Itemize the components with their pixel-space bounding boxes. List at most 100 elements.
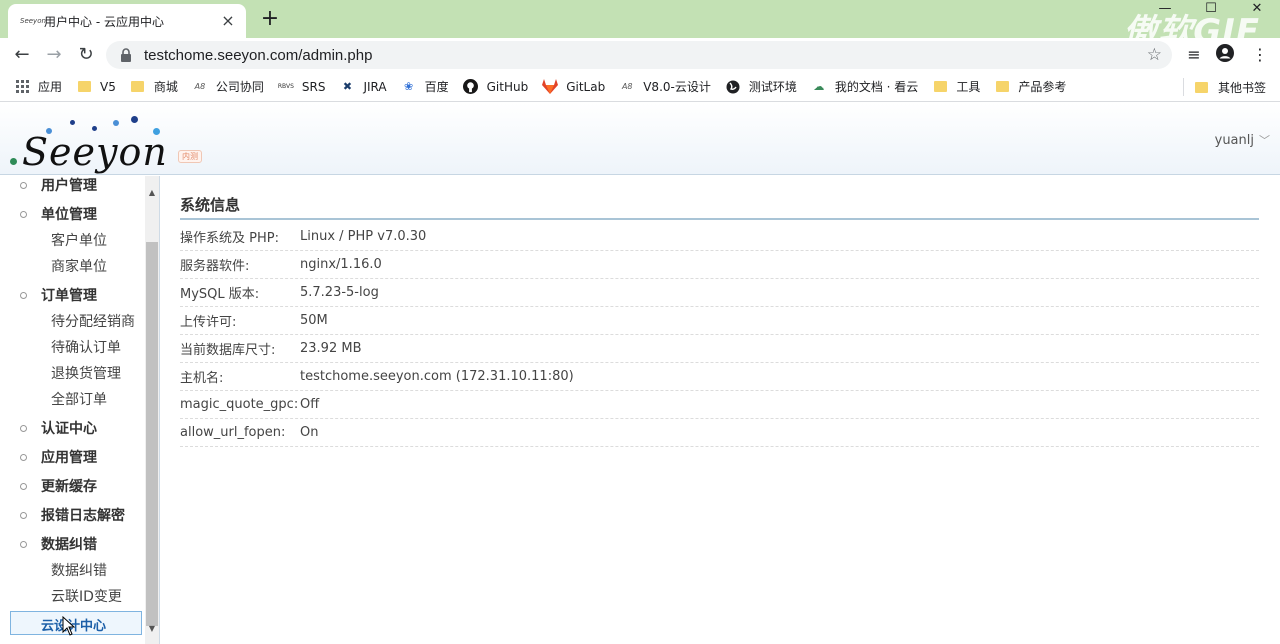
table-row: 上传许可: 50M bbox=[180, 307, 1259, 335]
close-window-icon[interactable]: ✕ bbox=[1234, 0, 1280, 20]
bookmark-gitlab[interactable]: GitLab bbox=[542, 79, 606, 94]
minimize-icon[interactable]: — bbox=[1142, 0, 1188, 20]
bookmark-jira[interactable]: ✖ JIRA bbox=[339, 80, 387, 94]
bullet-icon bbox=[20, 511, 27, 519]
bullet-icon bbox=[20, 181, 27, 189]
bookmark-label: 测试环境 bbox=[748, 80, 797, 94]
sidebar: 用户管理 单位管理 客户单位 商家单位 订单管理 待分配经销商 待确认订单 退换… bbox=[0, 176, 160, 644]
sidebar-group-label: 单位管理 bbox=[41, 207, 97, 223]
profile-avatar-icon[interactable] bbox=[1213, 43, 1237, 67]
sidebar-group-auth-center[interactable]: 认证中心 bbox=[20, 418, 97, 438]
row-value: Off bbox=[300, 397, 320, 412]
bookmark-v8-design[interactable]: A8 V8.0-云设计 bbox=[619, 78, 711, 95]
sidebar-item-returns[interactable]: 退换货管理 bbox=[51, 363, 121, 383]
sidebar-group-unit-mgmt[interactable]: 单位管理 bbox=[20, 204, 97, 224]
forward-icon[interactable]: → bbox=[42, 43, 66, 67]
bookmark-test-env[interactable]: 测试环境 bbox=[725, 78, 797, 95]
sidebar-group-order-mgmt[interactable]: 订单管理 bbox=[20, 285, 97, 305]
bookmark-product-ref[interactable]: 产品参考 bbox=[994, 78, 1066, 95]
row-label: magic_quote_gpc: bbox=[180, 397, 299, 412]
row-label: 操作系统及 PHP: bbox=[180, 231, 279, 246]
reading-list-icon[interactable]: ≡ bbox=[1182, 43, 1206, 67]
bookmark-label: 其他书签 bbox=[1217, 81, 1266, 95]
sidebar-item-pending-confirm[interactable]: 待确认订单 bbox=[51, 337, 121, 357]
table-row: magic_quote_gpc: Off bbox=[180, 391, 1259, 419]
github-icon bbox=[463, 79, 479, 94]
sidebar-item-merchant-units[interactable]: 商家单位 bbox=[51, 256, 107, 276]
table-row: 当前数据库尺寸: 23.92 MB bbox=[180, 335, 1259, 363]
new-tab-button[interactable]: + bbox=[258, 8, 282, 32]
bookmark-github[interactable]: GitHub bbox=[463, 79, 528, 94]
bookmark-v5[interactable]: V5 bbox=[76, 80, 116, 94]
row-value: 5.7.23-5-log bbox=[300, 285, 379, 300]
bookmark-label: SRS bbox=[301, 79, 326, 94]
bullet-icon bbox=[20, 210, 27, 218]
bookmark-baidu[interactable]: ❀ 百度 bbox=[401, 78, 449, 95]
bookmark-kancloud[interactable]: ☁ 我的文档 · 看云 bbox=[811, 78, 918, 95]
sidebar-group-refresh-cache[interactable]: 更新缓存 bbox=[20, 476, 97, 496]
close-tab-icon[interactable]: × bbox=[220, 13, 236, 29]
sidebar-item-customer-units[interactable]: 客户单位 bbox=[51, 230, 107, 250]
maximize-icon[interactable]: ☐ bbox=[1188, 0, 1234, 20]
back-icon[interactable]: ← bbox=[10, 43, 34, 67]
bookmark-star-icon[interactable]: ☆ bbox=[1147, 45, 1162, 65]
sidebar-group-label: 用户管理 bbox=[41, 178, 97, 194]
row-value: nginx/1.16.0 bbox=[300, 257, 382, 272]
row-label: 当前数据库尺寸: bbox=[180, 343, 276, 358]
folder-icon bbox=[130, 80, 146, 94]
table-row: 主机名: testchome.seeyon.com (172.31.10.11:… bbox=[180, 363, 1259, 391]
sidebar-item-data-fix[interactable]: 数据纠错 bbox=[51, 560, 107, 580]
sidebar-group-log-decrypt[interactable]: 报错日志解密 bbox=[20, 505, 125, 525]
main-content: 系统信息 操作系统及 PHP: Linux / PHP v7.0.30 服务器软… bbox=[160, 176, 1280, 644]
seeyon-favicon-icon: Seeyon bbox=[20, 17, 46, 25]
reload-icon[interactable]: ↻ bbox=[74, 43, 98, 67]
row-label: allow_url_fopen: bbox=[180, 425, 286, 440]
row-value: 50M bbox=[300, 313, 328, 328]
bookmark-mall[interactable]: 商城 bbox=[130, 78, 178, 95]
bullet-icon bbox=[20, 453, 27, 461]
bookmark-separator bbox=[1183, 78, 1184, 96]
bookmark-label: 应用 bbox=[38, 80, 63, 94]
browser-tab[interactable]: Seeyon 用户中心 - 云应用中心 × bbox=[8, 4, 246, 38]
sidebar-item-pending-dealer[interactable]: 待分配经销商 bbox=[51, 311, 135, 331]
bookmark-label: 我的文档 · 看云 bbox=[834, 80, 919, 94]
bookmark-label: 公司协同 bbox=[215, 80, 264, 94]
bookmark-company[interactable]: A8 公司协同 bbox=[192, 78, 264, 95]
sidebar-group-user-mgmt[interactable]: 用户管理 bbox=[20, 176, 97, 195]
page-title: 系统信息 bbox=[180, 196, 241, 214]
sidebar-scrollbar[interactable]: ▲ ▼ bbox=[145, 176, 159, 644]
bookmark-other[interactable]: 其他书签 bbox=[1194, 79, 1266, 96]
scroll-thumb[interactable] bbox=[146, 242, 158, 626]
baidu-paw-icon: ❀ bbox=[404, 80, 414, 93]
sidebar-item-cloud-design-center[interactable]: 云设计中心 bbox=[10, 611, 142, 635]
chevron-down-icon[interactable]: ﹀ bbox=[1259, 132, 1270, 148]
tab-strip: Seeyon 用户中心 - 云应用中心 × + 傲软GIF — ☐ ✕ bbox=[0, 0, 1280, 52]
url-text: testchome.seeyon.com/admin.php bbox=[144, 46, 373, 64]
scroll-up-icon[interactable]: ▲ bbox=[145, 188, 159, 200]
address-bar[interactable]: testchome.seeyon.com/admin.php ☆ bbox=[106, 41, 1172, 69]
sidebar-group-label: 报错日志解密 bbox=[41, 508, 125, 524]
folder-icon bbox=[932, 80, 948, 94]
bookmark-label: 产品参考 bbox=[1018, 80, 1067, 94]
table-row: 操作系统及 PHP: Linux / PHP v7.0.30 bbox=[180, 223, 1259, 251]
scroll-down-icon[interactable]: ▼ bbox=[145, 624, 159, 638]
sidebar-group-app-mgmt[interactable]: 应用管理 bbox=[20, 447, 97, 467]
system-info-table: 操作系统及 PHP: Linux / PHP v7.0.30 服务器软件: ng… bbox=[180, 223, 1259, 447]
sidebar-group-data-fix[interactable]: 数据纠错 bbox=[20, 534, 97, 554]
bookmark-label: GitLab bbox=[566, 79, 606, 94]
user-menu[interactable]: yuanlj bbox=[1215, 133, 1254, 148]
bookmark-srs[interactable]: RBVS SRS bbox=[278, 80, 326, 94]
seeyon-logo[interactable]: Seeyon 内测 bbox=[10, 110, 210, 174]
lock-icon bbox=[120, 48, 134, 62]
bookmark-tools[interactable]: 工具 bbox=[932, 78, 980, 95]
tab-title: 用户中心 - 云应用中心 bbox=[44, 14, 164, 29]
folder-icon bbox=[1194, 81, 1210, 95]
sidebar-item-cloud-id-change[interactable]: 云联ID变更 bbox=[51, 586, 122, 606]
menu-kebab-icon[interactable]: ⋮ bbox=[1248, 43, 1272, 67]
bookmark-apps[interactable]: 应用 bbox=[14, 78, 62, 95]
sidebar-item-all-orders[interactable]: 全部订单 bbox=[51, 389, 107, 409]
sidebar-group-label: 数据纠错 bbox=[41, 537, 97, 553]
gitlab-icon bbox=[542, 79, 559, 94]
table-row: allow_url_fopen: On bbox=[180, 419, 1259, 447]
sidebar-group-label: 认证中心 bbox=[41, 421, 97, 437]
